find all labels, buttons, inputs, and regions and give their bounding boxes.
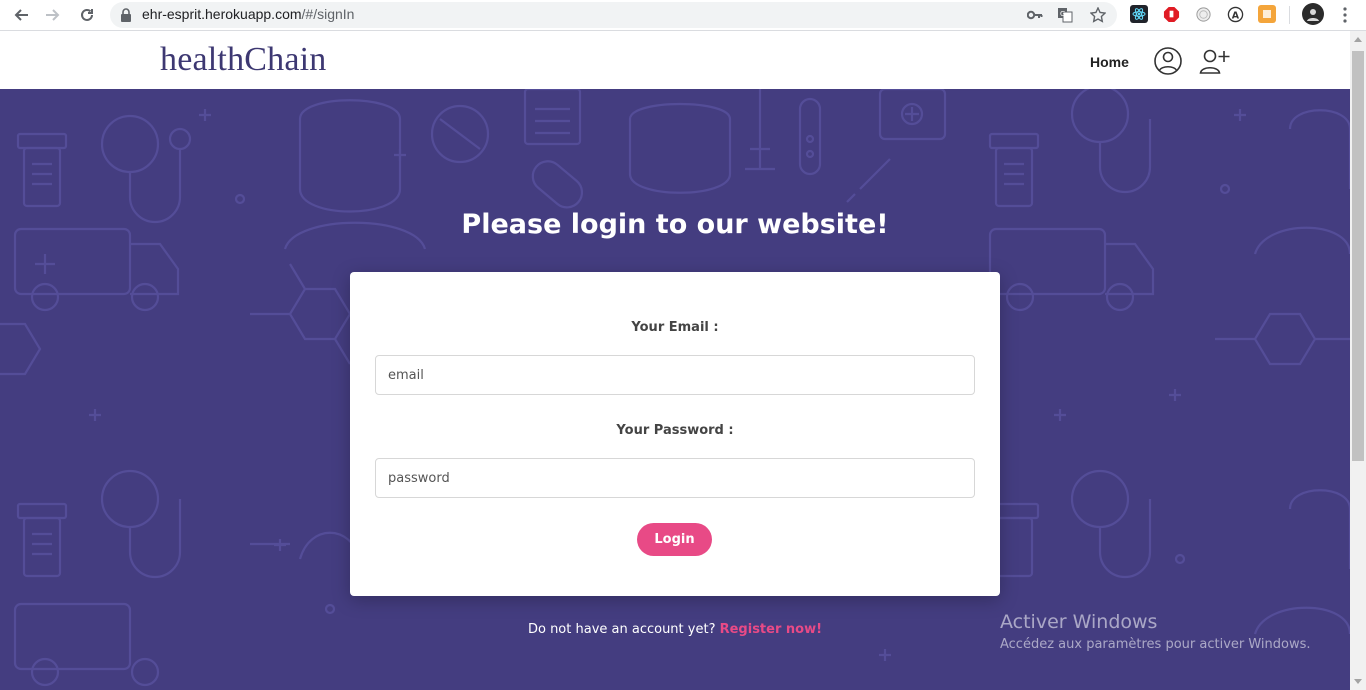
react-devtools-icon[interactable] <box>1130 5 1148 23</box>
page-scrollbar[interactable] <box>1350 31 1366 690</box>
site-header: healthChain Home <box>0 31 1350 89</box>
page-title: Please login to our website! <box>461 209 889 240</box>
reload-icon[interactable] <box>76 4 98 26</box>
lock-icon <box>120 8 132 27</box>
scrollbar-thumb[interactable] <box>1352 51 1364 461</box>
svg-text:A: A <box>1231 10 1239 21</box>
url-text: ehr-esprit.herokuapp.com/#/signIn <box>142 6 354 22</box>
brand-logo[interactable]: healthChain <box>160 41 327 79</box>
orange-extension-icon[interactable] <box>1258 5 1276 23</box>
profile-avatar-icon[interactable] <box>1302 3 1324 25</box>
windows-activation-watermark: Activer Windows Accédez aux paramètres p… <box>1000 611 1311 652</box>
email-label: Your Email : <box>631 320 719 335</box>
back-arrow-icon[interactable] <box>10 4 32 26</box>
password-label: Your Password : <box>616 423 734 438</box>
clock-icon[interactable] <box>1194 5 1212 23</box>
register-prompt-text: Do not have an account yet? <box>527 622 716 637</box>
login-form-card: Your Email : Your Password : Login <box>350 272 1000 596</box>
url-path: /#/signIn <box>301 6 355 22</box>
key-icon[interactable] <box>1026 6 1044 24</box>
user-icon[interactable] <box>1153 46 1183 81</box>
adblock-icon[interactable] <box>1162 5 1180 23</box>
translate-icon[interactable]: G <box>1056 6 1074 24</box>
forward-arrow-icon[interactable] <box>42 4 64 26</box>
browser-toolbar: ehr-esprit.herokuapp.com/#/signIn G A <box>0 0 1366 31</box>
add-user-icon[interactable] <box>1199 47 1231 80</box>
activation-subtitle: Accédez aux paramètres pour activer Wind… <box>1000 637 1311 652</box>
password-input[interactable] <box>375 458 975 498</box>
scroll-down-arrow-icon[interactable] <box>1354 679 1362 684</box>
activation-title: Activer Windows <box>1000 611 1158 633</box>
email-input[interactable] <box>375 355 975 395</box>
toolbar-divider <box>1289 6 1290 24</box>
bookmark-star-icon[interactable] <box>1089 6 1107 24</box>
login-button[interactable]: Login <box>637 523 712 556</box>
nav-home-link[interactable]: Home <box>1090 54 1129 70</box>
menu-kebab-icon[interactable] <box>1334 4 1356 26</box>
login-hero: Please login to our website! Your Email … <box>0 89 1350 690</box>
register-link[interactable]: Register now! <box>720 622 822 637</box>
svg-text:G: G <box>1060 10 1065 18</box>
address-bar[interactable]: ehr-esprit.herokuapp.com/#/signIn G <box>110 2 1117 28</box>
a-circle-icon[interactable]: A <box>1226 5 1244 23</box>
scroll-up-arrow-icon[interactable] <box>1354 37 1362 42</box>
url-host: ehr-esprit.herokuapp.com <box>142 6 302 22</box>
